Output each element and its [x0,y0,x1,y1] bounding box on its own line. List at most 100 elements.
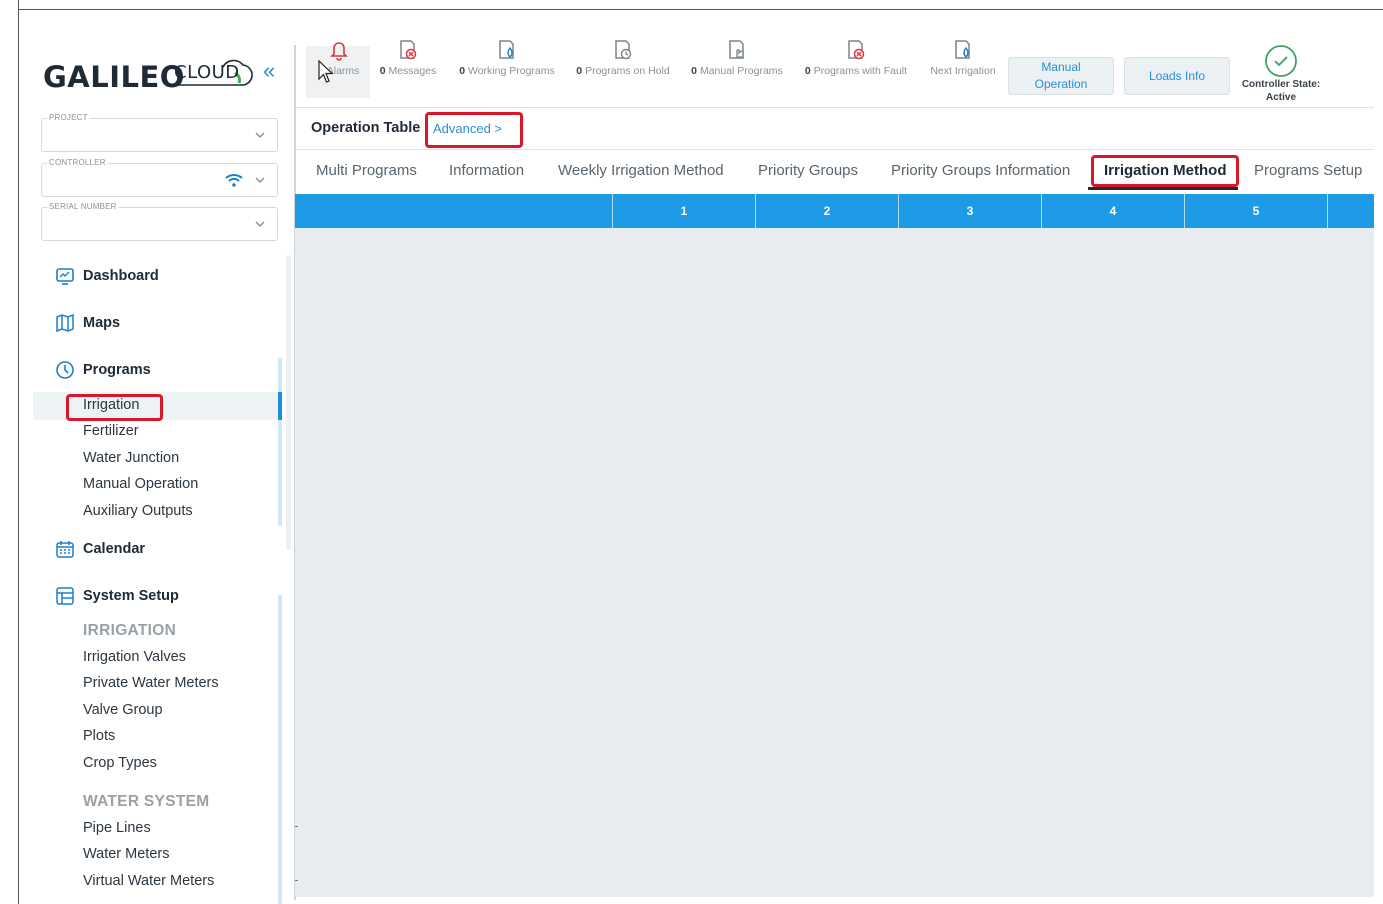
clock-icon [56,361,74,379]
logo-suffix: CLOUD [174,62,240,83]
stat-manual-label: Manual Programs [699,65,783,77]
stat-next-irrigation[interactable]: Next Irrigation [926,38,1000,98]
nav-item-water-meters[interactable]: Water Meters [83,846,169,862]
column-header [1327,194,1374,228]
nav-item-valve-group[interactable]: Valve Group [83,702,163,718]
column-header [295,194,612,228]
mouse-cursor-icon [318,60,334,83]
stat-messages[interactable]: 0 Messages [377,38,439,98]
nav-maps[interactable]: Maps [55,311,120,335]
stat-programs-with-fault[interactable]: 0 Programs with Fault [801,38,911,98]
nav-dashboard-label: Dashboard [83,268,159,284]
tab-priority-groups-information[interactable]: Priority Groups Information [891,162,1070,179]
controller-label: CONTROLLER [47,158,108,167]
tab-multi-programs[interactable]: Multi Programs [316,162,417,179]
manual-operation-button[interactable]: Manual Operation [1008,57,1114,95]
stat-messages-count: 0 [379,65,386,77]
stat-fault-label: Programs with Fault [813,65,908,77]
nav-item-auxiliary-outputs[interactable]: Auxiliary Outputs [83,503,193,519]
nav-item-manual-operation[interactable]: Manual Operation [83,476,198,492]
column-header: 5 [1184,194,1327,228]
highlight-advanced [425,112,523,148]
nav-item-plots[interactable]: Plots [83,728,115,744]
loads-info-button[interactable]: Loads Info [1124,57,1230,95]
column-header: 3 [898,194,1041,228]
column-header: 2 [755,194,898,228]
stat-working-label: Working Programs [468,65,555,77]
cloud-badge: CLOUD [171,59,253,87]
stat-working-programs[interactable]: 0 Working Programs [455,38,559,98]
edge-mark [295,826,298,827]
project-select[interactable]: PROJECT [41,113,278,152]
fault-icon [848,40,865,60]
setup-scroll-indicator [278,595,282,904]
controller-state: Controller State: Active [1238,44,1324,104]
serial-number-select[interactable]: SERIAL NUMBER [41,202,278,241]
nav-calendar[interactable]: Calendar [55,537,145,561]
chevron-down-icon [255,221,265,228]
highlight-irrigation-method-tab [1091,155,1239,187]
chevron-down-icon [255,177,265,184]
stat-manual-programs[interactable]: 0 Manual Programs [688,38,786,98]
logo-text: GALILEO [43,60,185,94]
clock-icon [615,40,632,60]
section-irrigation-heading: IRRIGATION [83,622,177,639]
message-x-icon [400,40,417,60]
stat-working-count: 0 [459,65,466,77]
nav-item-private-water-meters[interactable]: Private Water Meters [83,675,219,691]
hand-icon [729,40,744,59]
table-icon [56,587,74,605]
nav-item-fertilizer[interactable]: Fertilizer [83,423,139,439]
active-tab-underline [1088,187,1238,190]
drop-icon [499,40,514,59]
edge-mark [295,880,298,881]
nav-maps-label: Maps [83,315,121,331]
map-icon [56,313,74,333]
galileo-cloud-logo: GALILEO CLOUD [43,54,283,94]
nav-active-indicator [278,392,282,420]
nav-item-water-junction[interactable]: Water Junction [83,450,179,466]
controller-select[interactable]: CONTROLLER [41,158,278,197]
double-chevron-left-icon[interactable]: « [263,58,275,84]
operation-table-title: Operation Table [311,120,421,136]
nav-item-virtual-water-meters[interactable]: Virtual Water Meters [83,873,214,889]
highlight-irrigation [66,394,163,421]
nav-programs[interactable]: Programs [55,358,151,382]
tab-information[interactable]: Information [449,162,524,179]
stat-programs-on-hold[interactable]: 0 Programs on Hold [573,38,673,98]
controller-state-label: Controller State: [1241,79,1321,90]
stat-fault-count: 0 [804,65,811,77]
nav-system-setup[interactable]: System Setup [55,584,179,608]
toolbar-divider [296,107,1374,108]
column-header: 1 [612,194,755,228]
stat-messages-label: Messages [388,65,437,77]
column-header: 4 [1041,194,1184,228]
serial-number-label: SERIAL NUMBER [47,202,119,211]
next-drop-icon [955,40,970,59]
nav-system-setup-label: System Setup [83,588,179,604]
wifi-icon [225,174,243,187]
chevron-down-icon [255,132,265,139]
stat-next-label: Next Irrigation [930,65,996,77]
nav-dashboard[interactable]: Dashboard [55,264,159,288]
nav-programs-label: Programs [83,362,151,378]
table-body [295,228,1374,897]
controller-state-value: Active [1265,92,1296,103]
programs-scroll-indicator [278,358,282,526]
nav-item-pipe-lines[interactable]: Pipe Lines [83,820,151,836]
check-circle-icon [1265,45,1297,77]
header-divider [296,149,1374,150]
section-water-system-heading: WATER SYSTEM [83,793,210,810]
table-header: 1 2 3 4 5 [295,194,1374,228]
sidebar: GALILEO CLOUD « PROJECT CONTROLLER SERIA… [19,10,295,904]
sidebar-scrollbar[interactable] [286,255,291,550]
dashboard-icon [56,268,74,285]
bell-icon [330,42,348,61]
nav-item-crop-types[interactable]: Crop Types [83,755,157,771]
tab-priority-groups[interactable]: Priority Groups [758,162,858,179]
tab-weekly-irrigation-method[interactable]: Weekly Irrigation Method [558,162,724,179]
tab-programs-setup[interactable]: Programs Setup [1254,162,1362,179]
stat-hold-count: 0 [576,65,583,77]
nav-item-irrigation-valves[interactable]: Irrigation Valves [83,649,186,665]
project-label: PROJECT [47,113,90,122]
